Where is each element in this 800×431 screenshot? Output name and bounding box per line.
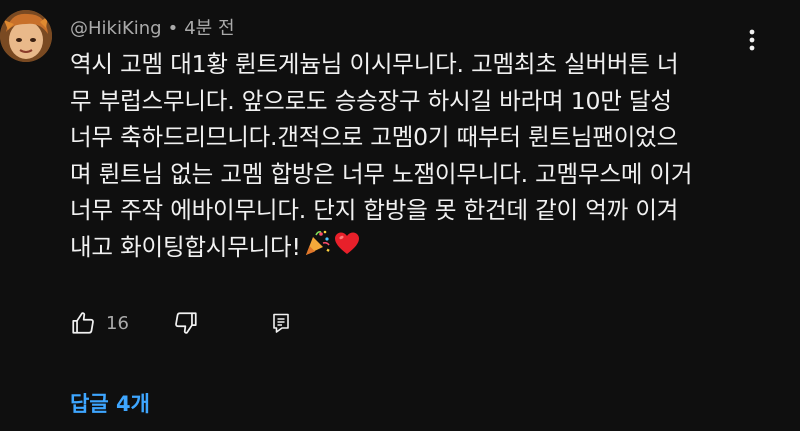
comment-thread: @HikiKing • 4분 전 역시 고멤 대1황 륀트게늄님 이시무니다. 고멤… bbox=[0, 0, 800, 431]
thumb-down-icon bbox=[175, 312, 197, 334]
comment-line: 너무 축하드리므니다.갠적으로 고멤0기 때부터 륀트님팬이었으 bbox=[70, 123, 679, 151]
like-button[interactable]: 16 bbox=[70, 310, 129, 336]
comment-text: 역시 고멤 대1황 륀트게늄님 이시무니다. 고멤최초 실버버튼 너 무 부럽스… bbox=[70, 46, 770, 267]
comment-timestamp[interactable]: 4분 전 bbox=[184, 18, 234, 39]
header-separator: • bbox=[167, 18, 179, 39]
view-replies-button[interactable]: 답글 4개 bbox=[70, 388, 150, 418]
comment-actions: 16 bbox=[70, 308, 293, 338]
party-popper-icon bbox=[303, 229, 331, 268]
comment-line: 며 륀트님 없는 고멤 합방은 너무 노잼이무니다. 고멤무스메 이거 bbox=[70, 159, 693, 188]
avatar[interactable] bbox=[0, 10, 52, 62]
reply-button[interactable] bbox=[269, 310, 293, 336]
red-heart-icon bbox=[333, 229, 361, 268]
comment-line: 너무 주작 에바이무니다. 단지 합방을 못 한건데 같이 억까 이겨 bbox=[70, 196, 679, 224]
thumb-up-icon bbox=[72, 312, 94, 334]
comment-line: 역시 고멤 대1황 륀트게늄님 이시무니다. 고멤최초 실버버튼 너 bbox=[70, 50, 679, 78]
comment-line-last: 내고 화이팅합시무니다! bbox=[70, 229, 770, 268]
comment-line-text: 내고 화이팅합시무니다! bbox=[70, 232, 301, 261]
author-name[interactable]: @HikiKing bbox=[70, 18, 162, 39]
dislike-button[interactable] bbox=[173, 310, 199, 336]
comment-line: 무 부럽스무니다. 앞으로도 승승장구 하시길 바라며 10만 달성 bbox=[70, 86, 672, 115]
reply-icon bbox=[273, 313, 289, 333]
like-count: 16 bbox=[106, 312, 129, 334]
comment-header: @HikiKing • 4분 전 bbox=[70, 14, 235, 40]
